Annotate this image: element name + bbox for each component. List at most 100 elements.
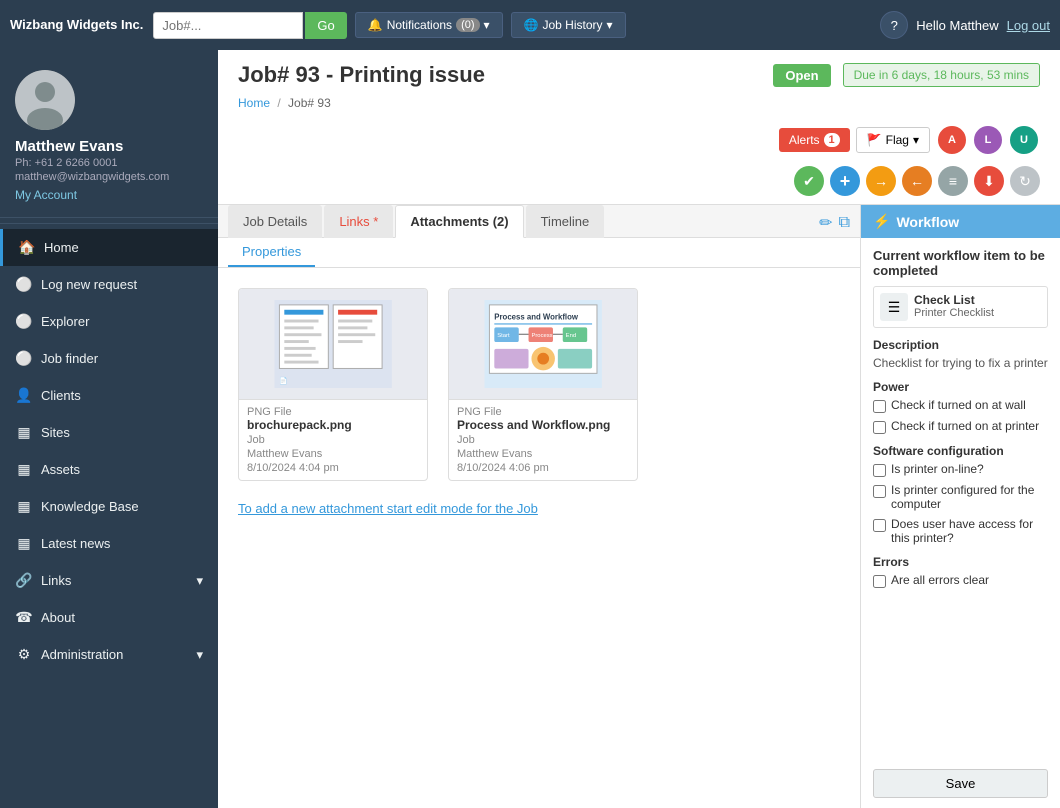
alerts-count: 1 — [824, 133, 840, 147]
checklist-item-c6: Are all errors clear — [873, 573, 1048, 588]
tab-edit-icons: ✏ ⧉ — [819, 213, 850, 237]
logout-link[interactable]: Log out — [1007, 18, 1050, 33]
avatar-u[interactable]: U — [1008, 124, 1040, 156]
attachment-thumb-1: 📄 — [239, 289, 427, 399]
checklist-item-c4: Is printer configured for the computer — [873, 483, 1048, 511]
tabs-area: Job Details Links * Attachments (2) Time… — [218, 205, 1060, 808]
home-icon: 🏠 — [18, 239, 36, 256]
flag-button[interactable]: 🚩 Flag ▾ — [856, 127, 930, 153]
workflow-title: Workflow — [896, 214, 959, 230]
checkbox-c3[interactable] — [873, 464, 886, 477]
sidebar-item-job-finder[interactable]: ⚪ Job finder — [0, 340, 218, 377]
copy-icon[interactable]: ⧉ — [839, 214, 850, 232]
go-button[interactable]: Go — [305, 12, 346, 39]
clients-icon: 👤 — [15, 387, 33, 404]
search-input[interactable] — [153, 12, 303, 39]
attachment-name-2: Process and Workflow.png — [457, 418, 629, 432]
workflow-save-button[interactable]: Save — [873, 769, 1048, 798]
alerts-button[interactable]: Alerts 1 — [779, 128, 850, 152]
attachment-type-1: PNG File — [247, 406, 419, 418]
svg-text:📄: 📄 — [279, 376, 288, 385]
tabs-header: Job Details Links * Attachments (2) Time… — [218, 205, 860, 238]
attachment-card-2[interactable]: Process and Workflow Start Process End — [448, 288, 638, 481]
svg-text:End: End — [565, 333, 575, 339]
notifications-count: (0) — [456, 18, 479, 32]
avatar-l[interactable]: L — [972, 124, 1004, 156]
checkbox-c1[interactable] — [873, 400, 886, 413]
sidebar-item-assets[interactable]: ▦ Assets — [0, 451, 218, 488]
attachment-date-1: 8/10/2024 4:04 pm — [247, 462, 419, 474]
breadcrumb-job: Job# 93 — [288, 96, 331, 110]
section-title-power: Power — [873, 380, 1048, 394]
workflow-icon: ⚡ — [873, 213, 890, 230]
tab-links[interactable]: Links * — [324, 205, 393, 238]
checklist-item-c2: Check if turned on at printer — [873, 419, 1048, 434]
status-badge: Open — [773, 64, 830, 87]
job-history-button[interactable]: 🌐 Job History ▾ — [511, 12, 626, 38]
my-account-link[interactable]: My Account — [15, 188, 203, 202]
svg-text:Start: Start — [497, 333, 510, 339]
edit-pencil-icon[interactable]: ✏ — [819, 213, 832, 233]
job-finder-icon: ⚪ — [15, 350, 33, 367]
avatar-a[interactable]: A — [936, 124, 968, 156]
sidebar-item-explorer[interactable]: ⚪ Explorer — [0, 303, 218, 340]
sidebar-item-sites[interactable]: ▦ Sites — [0, 414, 218, 451]
section-title-errors: Errors — [873, 555, 1048, 569]
checklist-item-c1: Check if turned on at wall — [873, 398, 1048, 413]
attachment-card[interactable]: 📄 PNG File brochurepack.png Job Matthew … — [238, 288, 428, 481]
job-header: Job# 93 - Printing issue Open Due in 6 d… — [218, 50, 1060, 205]
sidebar-item-about[interactable]: ☎ About — [0, 599, 218, 636]
forward-action-button[interactable]: → — [866, 166, 896, 196]
breadcrumb-home[interactable]: Home — [238, 96, 270, 110]
checklist-item-c3: Is printer on-line? — [873, 462, 1048, 477]
flag-label: Flag — [886, 133, 909, 147]
checkbox-c6[interactable] — [873, 575, 886, 588]
tabs-panel: Job Details Links * Attachments (2) Time… — [218, 205, 860, 808]
tab-attachments[interactable]: Attachments (2) — [395, 205, 523, 238]
help-button[interactable]: ? — [880, 11, 908, 39]
workflow-panel: ⚡ Workflow Current workflow item to be c… — [860, 205, 1060, 808]
top-nav: Wizbang Widgets Inc. Go 🔔 Notifications … — [0, 0, 1060, 50]
plus-action-button[interactable]: + — [830, 166, 860, 196]
sync-action-button[interactable]: ↻ — [1010, 166, 1040, 196]
flag-icon: 🚩 — [867, 133, 882, 147]
check-action-button[interactable]: ✔ — [794, 166, 824, 196]
workflow-header: ⚡ Workflow — [861, 205, 1060, 238]
sidebar-user-email: matthew@wizbangwidgets.com — [15, 171, 203, 183]
current-workflow-item-title: Current workflow item to be completed — [873, 248, 1048, 278]
attachment-info-2: PNG File Process and Workflow.png Job Ma… — [449, 399, 637, 480]
add-attachment-link[interactable]: To add a new attachment start edit mode … — [238, 501, 840, 516]
checkbox-c4[interactable] — [873, 485, 886, 498]
notifications-button[interactable]: 🔔 Notifications (0) ▾ — [355, 12, 503, 38]
checkbox-c2[interactable] — [873, 421, 886, 434]
menu-action-button[interactable]: ≡ — [938, 166, 968, 196]
back-action-button[interactable]: ← — [902, 166, 932, 196]
hello-label: Hello Matthew — [916, 18, 998, 33]
tab-timeline[interactable]: Timeline — [526, 205, 605, 238]
workflow-item-name: Check List — [914, 293, 994, 307]
sidebar-item-home[interactable]: 🏠 Home — [0, 229, 218, 266]
user-section: Hello Matthew Log out — [916, 18, 1050, 33]
checkbox-c5[interactable] — [873, 519, 886, 532]
workflow-item-card: ☰ Check List Printer Checklist — [873, 286, 1048, 328]
label-c3: Is printer on-line? — [891, 462, 984, 476]
svg-text:Process: Process — [531, 333, 552, 339]
attachment-uploader-2: Matthew Evans — [457, 448, 629, 460]
attachment-owner-2: Job — [457, 434, 629, 446]
down-action-button[interactable]: ⬇ — [974, 166, 1004, 196]
attachment-uploader-1: Matthew Evans — [247, 448, 419, 460]
sub-tab-properties[interactable]: Properties — [228, 238, 315, 267]
sidebar-item-latest-news[interactable]: ▦ Latest news — [0, 525, 218, 562]
tab-job-details[interactable]: Job Details — [228, 205, 322, 238]
sidebar-item-administration[interactable]: ⚙ Administration ▾ — [0, 636, 218, 673]
label-c1: Check if turned on at wall — [891, 398, 1026, 412]
sidebar-item-knowledge-base[interactable]: ▦ Knowledge Base — [0, 488, 218, 525]
sidebar-item-log-new-request[interactable]: ⚪ Log new request — [0, 266, 218, 303]
sidebar-item-clients[interactable]: 👤 Clients — [0, 377, 218, 414]
checklist-item-c5: Does user have access for this printer? — [873, 517, 1048, 545]
action-icons-row: ✔ + → ← ≡ ⬇ ↻ — [238, 162, 1040, 204]
sidebar-item-links[interactable]: 🔗 Links ▾ — [0, 562, 218, 599]
main-content: Job# 93 - Printing issue Open Due in 6 d… — [218, 50, 1060, 808]
sidebar-user-name: Matthew Evans — [15, 138, 203, 155]
due-badge: Due in 6 days, 18 hours, 53 mins — [843, 63, 1040, 87]
